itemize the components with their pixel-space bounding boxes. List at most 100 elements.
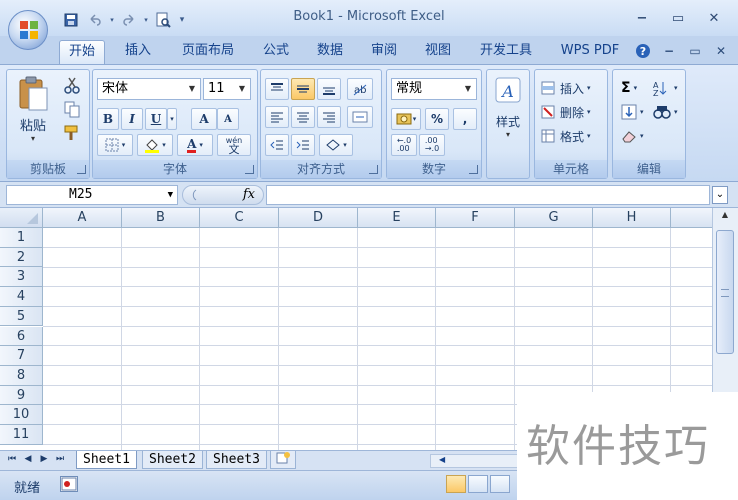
row-header-5[interactable]: 5	[0, 306, 43, 327]
align-top-button[interactable]	[265, 78, 289, 100]
prev-sheet-icon[interactable]: ◀	[22, 454, 34, 468]
insert-sheet-button[interactable]	[270, 451, 296, 469]
tab-view[interactable]: 视图	[418, 40, 458, 64]
row-header-4[interactable]: 4	[0, 287, 43, 307]
restore-button[interactable]: ▭	[660, 6, 696, 30]
column-header-a[interactable]: A	[43, 208, 122, 228]
font-name-combo[interactable]: 宋体 ▼	[97, 78, 201, 100]
formula-slider-icon[interactable]	[186, 187, 202, 203]
row-header-1[interactable]: 1	[0, 228, 43, 248]
pinyin-button[interactable]: wén 文	[217, 134, 251, 156]
styles-dropdown-icon[interactable]: ▾	[489, 130, 527, 139]
column-header-h[interactable]: H	[593, 208, 671, 228]
align-center-button[interactable]	[291, 106, 315, 128]
doc-minimize-button[interactable]: −	[658, 42, 680, 60]
autosum-button[interactable]: Σ ▾	[621, 78, 637, 98]
insert-cells-button[interactable]: 插入 ▾	[541, 78, 591, 98]
expand-formula-bar-button[interactable]: ⌄	[712, 186, 728, 204]
percent-button[interactable]: %	[425, 108, 449, 130]
shrink-font-button[interactable]: A	[217, 108, 239, 130]
number-format-combo[interactable]: 常规 ▼	[391, 78, 477, 100]
bold-button[interactable]: B	[97, 108, 119, 130]
delete-cells-button[interactable]: 删除 ▾	[541, 102, 591, 122]
doc-restore-button[interactable]: ▭	[684, 42, 706, 60]
cut-icon[interactable]	[63, 76, 83, 96]
sheet-tab-sheet3[interactable]: Sheet3	[206, 451, 267, 469]
row-header-7[interactable]: 7	[0, 346, 43, 366]
format-painter-icon[interactable]	[63, 124, 83, 144]
column-header-b[interactable]: B	[122, 208, 200, 228]
fill-color-button[interactable]: ▾	[137, 134, 173, 156]
column-header-f[interactable]: F	[436, 208, 515, 228]
paste-button[interactable]: 粘贴 ▾	[13, 74, 53, 156]
tab-formulas[interactable]: 公式	[256, 40, 296, 64]
wrap-text-button[interactable]: ▾	[319, 134, 353, 156]
increase-decimal-button[interactable]: ←.0.00	[391, 134, 417, 156]
decrease-indent-button[interactable]	[265, 134, 289, 156]
clipboard-launcher-icon[interactable]	[77, 165, 86, 174]
scroll-thumb[interactable]	[716, 230, 734, 354]
office-button[interactable]	[8, 10, 48, 50]
tab-wps-pdf[interactable]: WPS PDF	[554, 40, 626, 64]
chevron-down-icon[interactable]: ▼	[462, 79, 474, 99]
first-sheet-icon[interactable]: ⏮	[6, 454, 18, 468]
page-layout-view-button[interactable]	[468, 475, 488, 493]
row-header-10[interactable]: 10	[0, 405, 43, 425]
minimize-button[interactable]: −	[624, 6, 660, 30]
currency-button[interactable]: ▾	[391, 108, 421, 130]
close-button[interactable]: ✕	[696, 6, 732, 30]
borders-button[interactable]: ▾	[97, 134, 133, 156]
format-cells-button[interactable]: 格式 ▾	[541, 126, 591, 146]
last-sheet-icon[interactable]: ⏭	[54, 454, 66, 468]
paste-dropdown-icon[interactable]: ▾	[13, 134, 53, 143]
insert-function-button[interactable]: fx	[243, 187, 255, 202]
normal-view-button[interactable]	[446, 475, 466, 493]
fill-button[interactable]: ▾	[621, 102, 644, 122]
increase-indent-button[interactable]	[291, 134, 315, 156]
align-right-button[interactable]	[317, 106, 341, 128]
help-icon[interactable]: ?	[632, 42, 654, 60]
macro-record-icon[interactable]	[60, 476, 78, 492]
align-middle-button[interactable]	[291, 78, 315, 100]
merge-center-button[interactable]	[347, 106, 373, 128]
tab-insert[interactable]: 插入	[118, 40, 158, 64]
scroll-left-icon[interactable]: ◀	[439, 455, 445, 464]
row-header-9[interactable]: 9	[0, 385, 43, 406]
tab-page-layout[interactable]: 页面布局	[172, 40, 244, 64]
align-bottom-button[interactable]	[317, 78, 341, 100]
align-left-button[interactable]	[265, 106, 289, 128]
formula-input[interactable]	[266, 185, 710, 205]
chevron-down-icon[interactable]: ▼	[236, 79, 248, 99]
sheet-tab-sheet1[interactable]: Sheet1	[76, 451, 137, 469]
grow-font-button[interactable]: A	[191, 108, 217, 130]
font-size-combo[interactable]: 11 ▼	[203, 78, 251, 100]
number-launcher-icon[interactable]	[469, 165, 478, 174]
underline-button[interactable]: U	[145, 108, 167, 130]
alignment-launcher-icon[interactable]	[369, 165, 378, 174]
name-box[interactable]: M25 ▼	[6, 185, 178, 205]
find-select-button[interactable]: ▾	[653, 102, 678, 122]
row-header-2[interactable]: 2	[0, 247, 43, 268]
column-header-g[interactable]: G	[515, 208, 593, 228]
next-sheet-icon[interactable]: ▶	[38, 454, 50, 468]
styles-button[interactable]: A 样式 ▾	[489, 76, 527, 160]
font-color-button[interactable]: A ▾	[177, 134, 213, 156]
tab-home[interactable]: 开始	[59, 40, 105, 64]
column-header-d[interactable]: D	[279, 208, 358, 228]
italic-button[interactable]: I	[121, 108, 143, 130]
chevron-down-icon[interactable]: ▼	[168, 186, 173, 204]
sheet-tab-sheet2[interactable]: Sheet2	[142, 451, 203, 469]
tab-review[interactable]: 审阅	[364, 40, 404, 64]
decrease-decimal-button[interactable]: .00 →.0	[419, 134, 445, 156]
row-header-11[interactable]: 11	[0, 425, 43, 445]
comma-button[interactable]: ,	[453, 108, 477, 130]
select-all-button[interactable]	[0, 208, 43, 228]
scroll-up-icon[interactable]: ▲	[716, 210, 734, 224]
column-header-i[interactable]	[671, 208, 712, 228]
orientation-button[interactable]: ab	[347, 78, 373, 100]
font-launcher-icon[interactable]	[245, 165, 254, 174]
sort-filter-button[interactable]: AZ ▾	[653, 78, 678, 98]
row-header-6[interactable]: 6	[0, 326, 43, 347]
clear-button[interactable]: ▾	[621, 126, 644, 146]
row-header-3[interactable]: 3	[0, 267, 43, 288]
